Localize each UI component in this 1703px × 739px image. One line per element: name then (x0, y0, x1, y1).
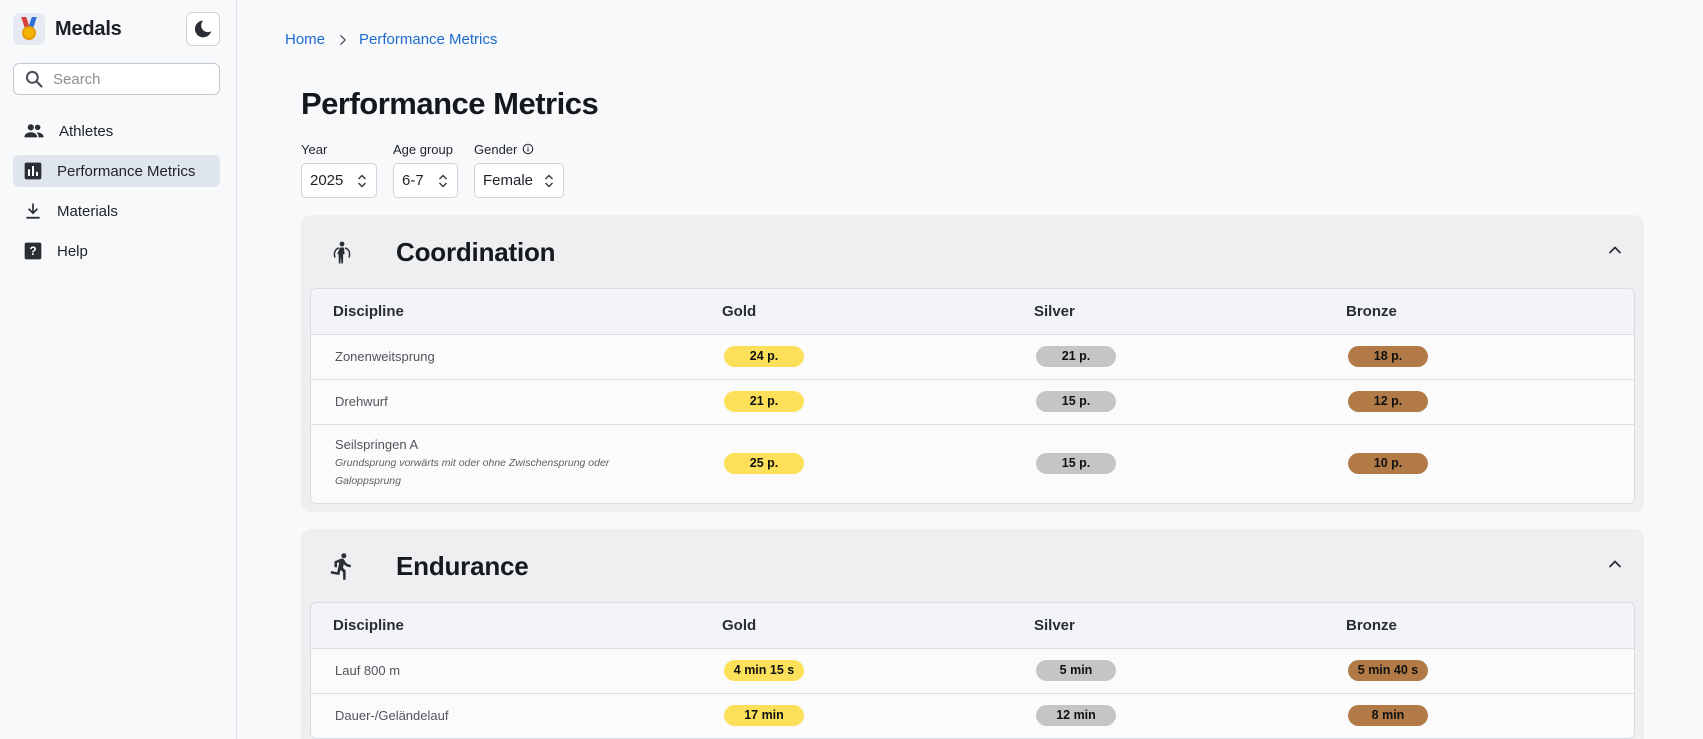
gold-badge: 21 p. (724, 391, 804, 412)
gender-label: Gender (474, 141, 518, 157)
dark-mode-toggle-button[interactable] (186, 12, 220, 46)
unfold-icon (544, 174, 554, 188)
section-header[interactable]: Coordination (301, 215, 1644, 288)
sidebar: Medals Athletes Performance Metrics Mate… (0, 0, 237, 739)
running-icon (330, 553, 351, 580)
column-header-gold: Gold (722, 302, 757, 320)
column-header-discipline: Discipline (333, 302, 404, 320)
discipline-cell: Seilspringen A Grundsprung vorwärts mit … (311, 423, 700, 503)
gender-select[interactable]: Female (474, 163, 564, 198)
table-header-row: Discipline Gold Silver Bronze (311, 289, 1634, 334)
endurance-section: Endurance Discipline Gold Silver Bronze … (301, 529, 1644, 739)
silver-badge: 5 min (1036, 660, 1116, 681)
sidebar-item-help[interactable]: ? Help (13, 235, 220, 267)
column-header-silver: Silver (1034, 302, 1075, 320)
column-header-discipline: Discipline (333, 616, 404, 634)
gender-filter: Gender Female (474, 141, 564, 198)
chevron-up-icon[interactable] (1608, 245, 1622, 255)
breadcrumb-home-link[interactable]: Home (285, 31, 325, 48)
table-row: Lauf 800 m 4 min 15 s 5 min 5 min 40 s (311, 647, 1634, 693)
section-header[interactable]: Endurance (301, 529, 1644, 602)
search-box[interactable] (13, 63, 220, 95)
svg-text:?: ? (29, 245, 36, 258)
chevron-right-icon (335, 33, 349, 47)
search-input[interactable] (53, 70, 213, 88)
column-header-silver: Silver (1034, 616, 1075, 634)
discipline-cell: Lauf 800 m (311, 647, 700, 693)
page-title: Performance Metrics (301, 86, 599, 121)
table-row: Drehwurf 21 p. 15 p. 12 p. (311, 378, 1634, 424)
year-select[interactable]: 2025 (301, 163, 377, 198)
info-icon[interactable] (522, 143, 534, 155)
silver-badge: 15 p. (1036, 391, 1116, 412)
gold-badge: 17 min (724, 705, 804, 727)
table-header-row: Discipline Gold Silver Bronze (311, 603, 1634, 648)
column-header-bronze: Bronze (1346, 616, 1397, 634)
gender-label-row: Gender (474, 141, 564, 157)
table-row: Seilspringen A Grundsprung vorwärts mit … (311, 423, 1634, 503)
brand[interactable]: Medals (13, 13, 122, 45)
breadcrumb-current-link[interactable]: Performance Metrics (359, 31, 497, 48)
silver-badge: 12 min (1036, 705, 1116, 727)
bronze-badge: 10 p. (1348, 453, 1428, 475)
sidebar-item-label: Materials (57, 202, 118, 220)
metrics-table: Discipline Gold Silver Bronze Zonenweits… (310, 288, 1635, 504)
brand-title: Medals (55, 17, 122, 40)
gold-badge: 4 min 15 s (724, 660, 804, 681)
sidebar-item-label: Athletes (59, 122, 114, 140)
gold-badge: 25 p. (724, 453, 804, 475)
medal-logo-icon (13, 13, 45, 45)
section-title: Coordination (396, 237, 556, 267)
year-label: Year (301, 141, 328, 157)
moon-icon (194, 20, 212, 38)
column-header-bronze: Bronze (1346, 302, 1397, 320)
metrics-table: Discipline Gold Silver Bronze Lauf 800 m… (310, 602, 1635, 739)
age-group-select[interactable]: 6-7 (393, 163, 458, 198)
discipline-cell: Dauer-/Geländelauf (311, 692, 700, 738)
silver-badge: 21 p. (1036, 346, 1116, 367)
age-group-value: 6-7 (402, 172, 424, 189)
people-icon (24, 124, 44, 138)
sidebar-item-label: Help (57, 242, 88, 260)
column-header-gold: Gold (722, 616, 757, 634)
unfold-icon (438, 174, 448, 188)
sidebar-nav: Athletes Performance Metrics Materials ?… (13, 115, 220, 275)
bronze-badge: 12 p. (1348, 391, 1428, 412)
bronze-badge: 5 min 40 s (1348, 660, 1428, 681)
coordination-section: Coordination Discipline Gold Silver Bron… (301, 215, 1644, 512)
sidebar-item-athletes[interactable]: Athletes (13, 115, 220, 147)
year-filter: Year 2025 (301, 141, 377, 198)
chevron-up-icon[interactable] (1608, 559, 1622, 569)
gender-value: Female (483, 172, 534, 189)
discipline-note: Grundsprung vorwärts mit oder ohne Zwisc… (335, 457, 610, 488)
silver-badge: 15 p. (1036, 453, 1116, 475)
unfold-icon (357, 174, 367, 188)
sidebar-item-performance-metrics[interactable]: Performance Metrics (13, 155, 220, 187)
search-icon (25, 70, 43, 88)
sidebar-item-materials[interactable]: Materials (13, 195, 220, 227)
gold-badge: 24 p. (724, 346, 804, 367)
breadcrumb: Home Performance Metrics (285, 31, 497, 48)
section-title: Endurance (396, 551, 529, 581)
table-row: Dauer-/Geländelauf 17 min 12 min 8 min (311, 692, 1634, 738)
bronze-badge: 8 min (1348, 705, 1428, 727)
discipline-cell: Zonenweitsprung (311, 333, 700, 379)
jump-rope-icon (333, 241, 351, 264)
age-group-filter: Age group 6-7 (393, 141, 458, 198)
download-icon (26, 203, 40, 219)
bronze-badge: 18 p. (1348, 346, 1428, 367)
bar-chart-icon (24, 162, 42, 180)
table-row: Zonenweitsprung 24 p. 21 p. 18 p. (311, 333, 1634, 379)
discipline-cell: Drehwurf (311, 378, 700, 424)
year-value: 2025 (310, 172, 344, 189)
discipline-name: Seilspringen A (335, 437, 419, 453)
sidebar-item-label: Performance Metrics (57, 162, 196, 180)
help-icon: ? (24, 242, 42, 260)
age-group-label: Age group (393, 141, 453, 157)
